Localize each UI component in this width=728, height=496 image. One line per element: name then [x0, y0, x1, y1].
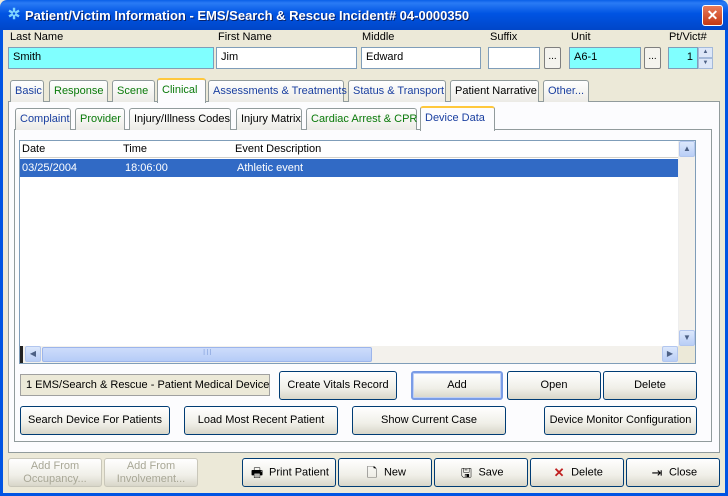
scroll-thumb[interactable]: III	[42, 347, 372, 362]
grip-marker	[20, 346, 23, 363]
suffix-label: Suffix	[490, 31, 518, 43]
spinner-down-icon[interactable]: ▼	[698, 58, 713, 69]
save-button[interactable]: 🖫 Save	[434, 458, 528, 487]
window-close-button[interactable]: ✕	[702, 5, 723, 26]
middle-label: Middle	[362, 31, 395, 43]
delete-button[interactable]: ✕ Delete	[530, 458, 624, 487]
close-label: Close	[668, 466, 698, 479]
device-monitor-config-button[interactable]: Device Monitor Configuration	[544, 406, 697, 435]
list-header: Date Time Event Description	[20, 141, 679, 158]
tab-assessments-treatments[interactable]: Assessments & Treatments	[208, 80, 347, 102]
printer-icon: 🖶	[250, 465, 264, 480]
search-device-button[interactable]: Search Device For Patients	[20, 406, 170, 435]
thumb-grip: III	[203, 348, 213, 357]
device-status-label: 1 EMS/Search & Rescue - Patient Medical …	[20, 374, 270, 396]
subtab-provider[interactable]: Provider	[75, 108, 125, 130]
ptvict-field[interactable]: 1	[668, 47, 698, 69]
row-time: 18:06:00	[125, 162, 168, 174]
exit-door-icon: ⇥	[651, 465, 663, 480]
tab-basic[interactable]: Basic	[10, 80, 44, 102]
row-date: 03/25/2004	[22, 162, 78, 174]
scroll-up-icon[interactable]: ▲	[679, 141, 695, 157]
scroll-left-icon[interactable]: ◀	[25, 346, 41, 362]
row-event: Athletic event	[237, 162, 304, 174]
title-bar: ✲ Patient/Victim Information - EMS/Searc…	[0, 0, 728, 30]
add-from-occupancy-button: Add From Occupancy...	[8, 458, 102, 487]
create-vitals-button[interactable]: Create Vitals Record	[279, 371, 397, 400]
tab-other[interactable]: Other...	[543, 80, 589, 102]
subtab-injury-illness-codes[interactable]: Injury/Illness Codes	[129, 108, 231, 130]
add-from-occupancy-line1: Add From	[30, 460, 80, 472]
show-current-case-button[interactable]: Show Current Case	[352, 406, 506, 435]
first-name-label: First Name	[218, 31, 272, 43]
unit-lookup-button[interactable]: ...	[644, 47, 661, 69]
unit-label: Unit	[571, 31, 591, 43]
floppy-disk-icon: 🖫	[460, 465, 472, 480]
window-title: Patient/Victim Information - EMS/Search …	[25, 8, 470, 23]
add-from-involvement-line2: Involvement...	[116, 473, 186, 485]
device-event-list[interactable]: Date Time Event Description 03/25/2004 1…	[19, 140, 696, 364]
ptvict-label: Pt/Vict#	[669, 31, 707, 43]
print-patient-label: Print Patient	[269, 466, 329, 479]
unit-field[interactable]: A6-1	[569, 47, 641, 69]
suffix-lookup-button[interactable]: ...	[544, 47, 561, 69]
scroll-down-icon[interactable]: ▼	[679, 330, 695, 346]
add-from-involvement-button: Add From Involvement...	[104, 458, 198, 487]
new-label: New	[383, 466, 406, 479]
tab-scene[interactable]: Scene	[112, 80, 155, 102]
tab-clinical[interactable]: Clinical	[157, 78, 206, 103]
scroll-right-icon[interactable]: ▶	[662, 346, 678, 362]
last-name-field[interactable]: Smith	[8, 47, 214, 69]
open-button[interactable]: Open	[507, 371, 601, 400]
tab-patient-narrative[interactable]: Patient Narrative	[450, 80, 539, 102]
spinner-up-icon[interactable]: ▲	[698, 47, 713, 58]
new-button[interactable]: 🗋 New	[338, 458, 432, 487]
delete-label: Delete	[571, 466, 603, 479]
tab-response[interactable]: Response	[49, 80, 108, 102]
print-patient-button[interactable]: 🖶 Print Patient	[242, 458, 336, 487]
column-event-description[interactable]: Event Description	[235, 143, 321, 155]
subtab-complaint[interactable]: Complaint	[15, 108, 71, 130]
close-button[interactable]: ⇥ Close	[626, 458, 720, 487]
new-document-icon: 🗋	[366, 465, 378, 480]
column-date[interactable]: Date	[22, 143, 45, 155]
vertical-scrollbar[interactable]: ▲ ▼	[678, 141, 695, 346]
subtab-cardiac-arrest-cpr[interactable]: Cardiac Arrest & CPR	[306, 108, 417, 130]
save-label: Save	[478, 466, 504, 479]
add-from-involvement-line1: Add From	[126, 460, 176, 472]
load-recent-patient-button[interactable]: Load Most Recent Patient	[184, 406, 338, 435]
add-button[interactable]: Add	[411, 371, 503, 400]
subtab-injury-matrix[interactable]: Injury Matrix	[236, 108, 302, 130]
add-from-occupancy-line2: Occupancy...	[23, 473, 87, 485]
horizontal-scrollbar[interactable]: ◀ III ▶	[20, 346, 679, 363]
scroll-corner	[678, 346, 695, 363]
tab-status-transport[interactable]: Status & Transport	[348, 80, 446, 102]
column-time[interactable]: Time	[123, 143, 147, 155]
middle-name-field[interactable]: Edward	[361, 47, 481, 69]
table-row[interactable]: 03/25/2004 18:06:00 Athletic event	[20, 159, 679, 177]
suffix-field[interactable]	[488, 47, 540, 69]
app-icon: ✲	[7, 6, 21, 23]
ptvict-spinner[interactable]: ▲ ▼	[698, 47, 713, 69]
delete-row-button[interactable]: Delete	[603, 371, 697, 400]
subtab-device-data[interactable]: Device Data	[420, 106, 495, 131]
first-name-field[interactable]: Jim	[216, 47, 357, 69]
last-name-label: Last Name	[10, 31, 64, 43]
delete-x-icon: ✕	[553, 465, 565, 480]
